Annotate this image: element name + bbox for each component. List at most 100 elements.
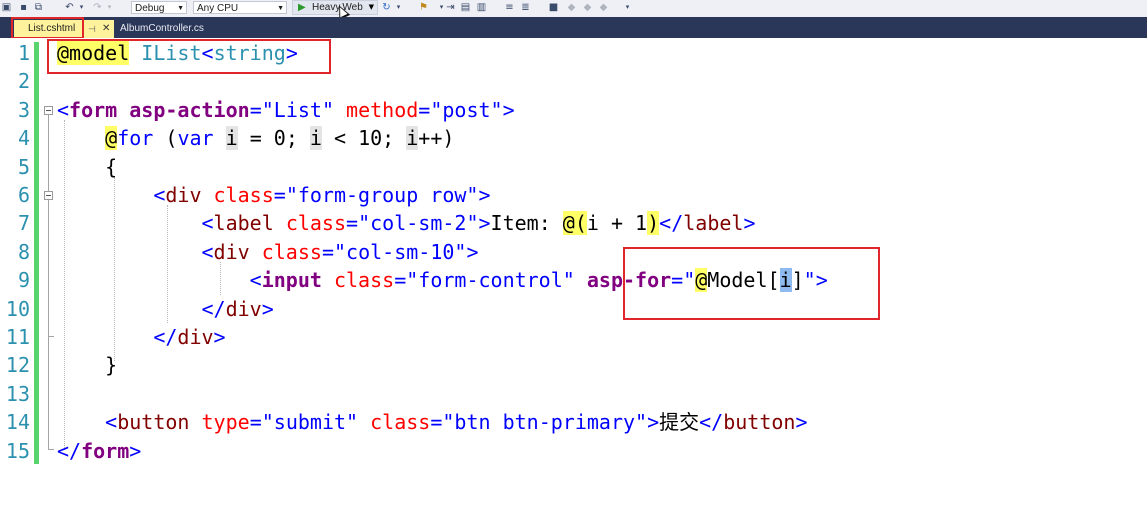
code-token: < [153,183,166,207]
code-token: </ [57,438,82,463]
code-token: class [285,211,347,236]
clear-bookmarks-icon[interactable]: ◆ [598,2,609,13]
platform-select[interactable]: Any CPU ▼ [193,1,287,14]
code-line: </div> [57,323,226,351]
format-icon[interactable]: ▤ [460,2,471,13]
save-all-icon[interactable]: ⧉ [33,2,44,13]
undo-icon[interactable]: ↶ [64,2,75,13]
code-token: "form-control" [406,268,575,293]
code-token: = [249,410,262,435]
solution-config-select[interactable]: Debug ▼ [131,1,187,14]
code-token: class [213,183,274,207]
comment-icon[interactable]: ≡ [504,2,515,13]
browser-link-icon[interactable]: ⚑ [418,2,429,13]
code-token: button [117,410,190,435]
line-number: 14 [5,410,30,435]
code-token: < [201,239,214,264]
next-bookmark-icon[interactable]: ◆ [582,2,593,13]
fold-line [48,115,49,450]
line-number: 8 [17,239,30,264]
tab-label: AlbumController.cs [120,23,204,34]
code-token: = [346,211,359,236]
line-number: 11 [5,325,30,349]
code-token: < [201,211,214,236]
collapse-icon[interactable] [44,191,53,200]
code-token: div [177,325,214,349]
line-number: 13 [5,381,30,406]
code-token: < [57,97,70,122]
code-token: > [743,211,756,236]
code-line: { [57,153,117,181]
chevron-down-icon[interactable]: ▼ [369,1,374,14]
undo-dropdown-icon[interactable]: ▾ [76,2,87,13]
close-icon[interactable]: ✕ [102,20,110,38]
code-token: "post" [430,97,503,122]
annotation-box-tab [11,17,84,39]
refresh-dropdown-icon[interactable]: ▾ [393,2,404,13]
code-token: i [309,126,322,151]
code-line: </form> [57,437,141,465]
code-token: ( [153,126,178,151]
code-token: > [795,410,808,435]
code-line: @for (var i = 0; i < 10; i++) [57,124,454,152]
code-line: </div> [57,295,274,323]
redo-dropdown-icon[interactable]: ▾ [104,2,115,13]
code-token: = [418,97,431,122]
chevron-down-icon: ▼ [177,5,184,12]
code-token: input [261,268,322,293]
code-token: asp-action [129,97,250,122]
code-token: { [57,154,118,179]
code-token: </ [201,296,226,321]
align-icon[interactable]: ▥ [476,2,487,13]
code-token: > [213,325,226,349]
toolbar-overflow-icon[interactable]: ▾ [622,2,633,13]
bookmark-icon[interactable]: ■ [548,2,559,13]
code-token: 提交 [659,410,700,435]
refresh-icon[interactable]: ↻ [381,2,392,13]
save-icon[interactable]: ▪ [18,2,29,13]
solution-config-value: Debug [135,3,165,14]
code-token: > [129,438,142,463]
fold-end [48,336,54,337]
code-token: class [333,268,395,293]
collapse-icon[interactable] [44,106,53,115]
code-token: < 10; [321,126,407,151]
redo-icon[interactable]: ↷ [92,2,103,13]
uncomment-icon[interactable]: ≣ [520,2,531,13]
open-file-icon[interactable]: ▣ [1,2,12,13]
annotation-box-asp-for [623,247,880,320]
code-line: } [57,351,117,379]
code-token: i [225,126,238,151]
code-token: form [81,438,130,463]
step-icon[interactable]: ⇥ [445,2,456,13]
code-token: @( [562,211,587,236]
code-token: = [394,268,407,293]
code-line: <button type="submit" class="btn btn-pri… [57,408,808,436]
code-token: ) [647,211,660,236]
line-number: 10 [5,296,30,321]
code-token: ++) [418,126,455,151]
tab-albumcontroller-cs[interactable]: AlbumController.cs [118,20,228,38]
prev-bookmark-icon[interactable]: ◆ [566,2,577,13]
code-token: = [249,97,262,122]
code-token: for [117,126,154,151]
code-token: = [321,239,334,264]
code-token: </ [699,410,724,435]
code-line: <form asp-action="List" method="post"> [57,96,515,124]
code-token: = [273,183,286,207]
pin-icon[interactable]: ⊣ [88,20,96,38]
line-number: 1 [17,41,30,65]
code-token: = 0; [237,126,310,151]
code-token: } [57,353,118,378]
code-token: < [249,268,262,293]
line-number: 4 [17,126,30,151]
code-token: form [69,97,118,122]
